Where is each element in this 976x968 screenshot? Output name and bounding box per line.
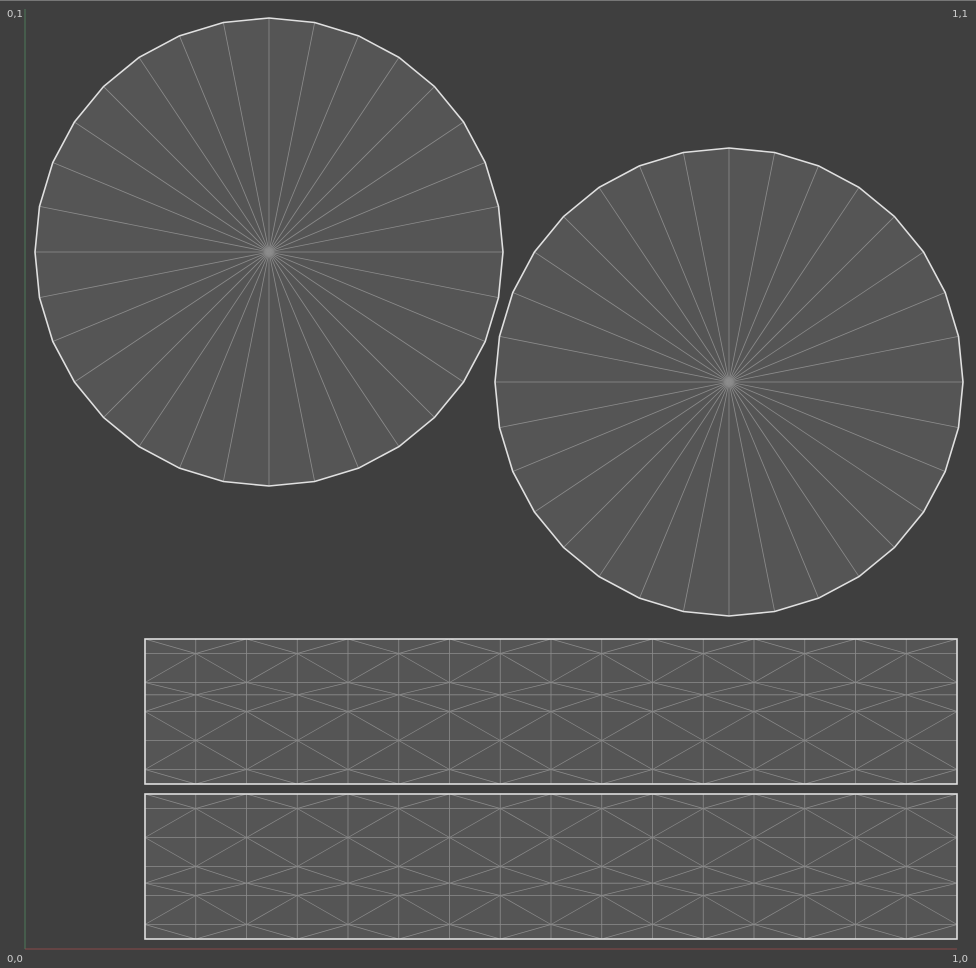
corner-label-top-right: 1,1: [952, 9, 968, 20]
corner-label-bottom-right: 1,0: [952, 954, 968, 965]
uv-editor-viewport[interactable]: 0,1 1,1 0,0 1,0: [0, 0, 976, 968]
corner-label-top-left: 0,1: [7, 9, 23, 20]
corner-label-bottom-left: 0,0: [7, 954, 23, 965]
uv-canvas[interactable]: [0, 1, 976, 968]
